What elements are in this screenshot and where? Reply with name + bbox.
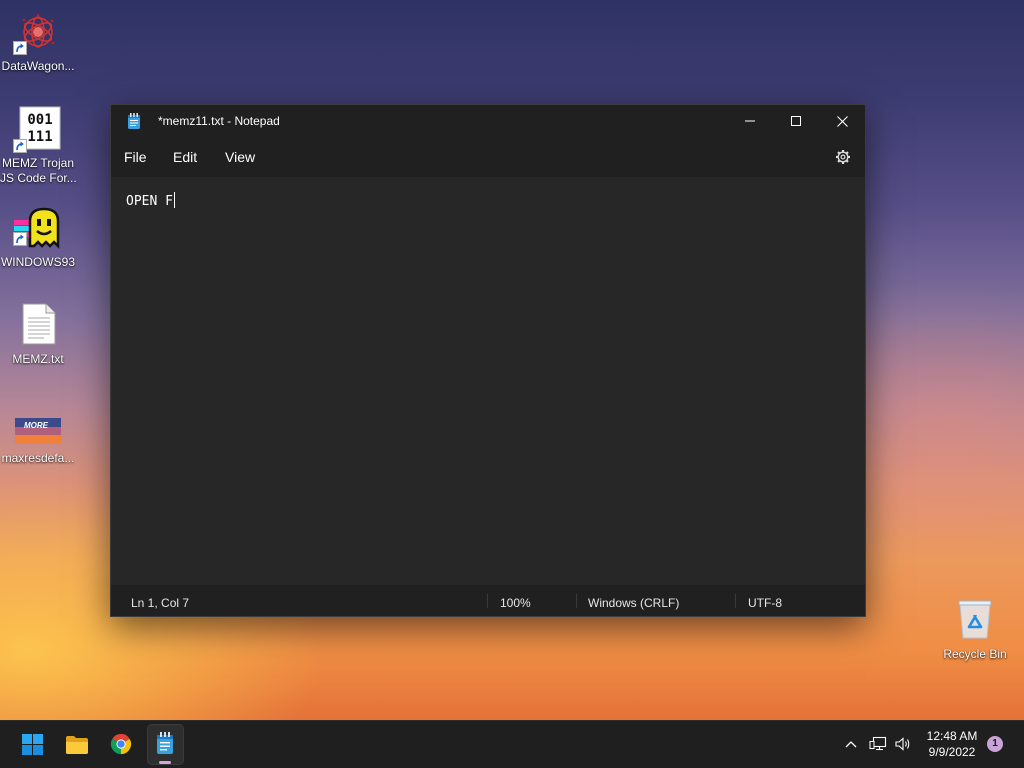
taskbar: 12:48 AM 9/9/2022 1 (0, 720, 1024, 768)
chrome-icon[interactable] (110, 733, 132, 755)
clock-date: 9/9/2022 (928, 745, 976, 759)
menu-bar: File Edit View (111, 137, 865, 177)
desktop-icon-label: JS Code For... (0, 171, 77, 185)
image-thumbnail-icon: MORE (15, 418, 61, 444)
editor-text: OPEN F (126, 194, 173, 209)
text-caret (173, 192, 175, 208)
desktop-icon-maxresdefault[interactable]: MORE maxresdefa... (0, 410, 76, 482)
status-cursor-position: Ln 1, Col 7 (131, 596, 190, 610)
windows-start-icon[interactable] (22, 734, 43, 755)
chevron-up-icon[interactable] (845, 740, 857, 748)
network-icon[interactable] (869, 736, 887, 752)
status-line-ending: Windows (CRLF) (588, 596, 680, 610)
maximize-button[interactable] (773, 105, 819, 137)
menu-file[interactable]: File (124, 137, 147, 177)
notification-badge[interactable]: 1 (987, 736, 1003, 752)
desktop-icon-label: maxresdefa... (1, 451, 75, 465)
shortcut-arrow-icon (13, 232, 27, 246)
close-icon (836, 115, 848, 127)
volume-icon[interactable] (895, 737, 911, 751)
folder-icon[interactable] (65, 735, 89, 755)
recycle-bin-icon (958, 600, 992, 639)
desktop-icon-label: MEMZ Trojan (1, 156, 74, 170)
maximize-icon (791, 116, 801, 126)
settings-gear-icon[interactable] (835, 149, 851, 165)
desktop-icon-memz-txt[interactable]: MEMZ.txt (0, 298, 76, 370)
desktop-icon-label: DataWagon... (1, 59, 75, 73)
active-app-indicator (159, 761, 171, 764)
notepad-icon (128, 113, 140, 129)
thumbnail-text: MORE (24, 421, 49, 430)
shortcut-arrow-icon (13, 41, 27, 55)
desktop-icon-windows93[interactable]: WINDOWS93 (0, 200, 76, 272)
shortcut-arrow-icon (13, 139, 27, 153)
title-bar[interactable]: *memz11.txt - Notepad (111, 105, 865, 137)
desktop-icon-recycle-bin[interactable]: Recycle Bin (937, 594, 1013, 666)
minimize-icon (745, 120, 755, 122)
desktop-icon-label: Recycle Bin (943, 647, 1007, 661)
menu-edit[interactable]: Edit (173, 137, 197, 177)
window-title: *memz11.txt - Notepad (158, 114, 280, 128)
status-separator (576, 594, 577, 608)
desktop-icon-memz-trojan[interactable]: 001 111 MEMZ Trojan JS Code For... (0, 100, 77, 190)
text-file-icon (22, 303, 56, 345)
notepad-window: *memz11.txt - Notepad File Edit View OPE… (110, 104, 866, 617)
clock-time: 12:48 AM (926, 729, 978, 743)
menu-view[interactable]: View (225, 137, 255, 177)
status-bar: Ln 1, Col 7 100% Windows (CRLF) UTF-8 (111, 585, 865, 616)
minimize-button[interactable] (727, 105, 773, 137)
close-button[interactable] (819, 105, 865, 137)
notepad-icon[interactable] (156, 732, 174, 754)
text-editor[interactable]: OPEN F (111, 177, 865, 585)
desktop-icon-label: MEMZ.txt (12, 352, 64, 366)
status-encoding: UTF-8 (748, 596, 782, 610)
system-clock[interactable]: 12:48 AM 9/9/2022 (918, 728, 986, 760)
icon-glyph-line: 001 (27, 112, 52, 128)
icon-glyph-line: 111 (27, 129, 52, 145)
status-separator (487, 594, 488, 608)
desktop-icon-datawagon[interactable]: DataWagon... (0, 8, 76, 80)
desktop-icon-label: WINDOWS93 (0, 255, 75, 269)
status-zoom: 100% (500, 596, 531, 610)
status-separator (735, 594, 736, 608)
